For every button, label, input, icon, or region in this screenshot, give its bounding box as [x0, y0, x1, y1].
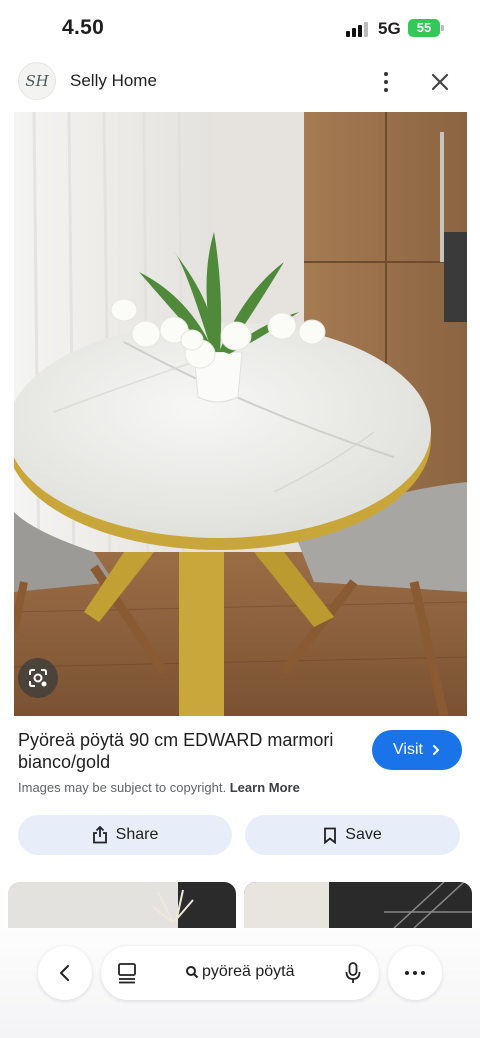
share-icon: [92, 826, 107, 844]
mic-icon[interactable]: [344, 961, 362, 985]
chevron-right-icon: [432, 745, 440, 755]
more-horiz-icon[interactable]: [388, 946, 442, 1000]
more-vert-icon[interactable]: [372, 68, 400, 96]
main-image[interactable]: [14, 112, 467, 716]
search-icon: [186, 966, 199, 979]
copyright-text: Images may be subject to copyright.: [18, 780, 227, 795]
site-logo[interactable]: SH: [18, 62, 56, 100]
save-label: Save: [345, 826, 382, 843]
search-query[interactable]: pyöreä pöytä: [185, 963, 295, 981]
learn-more-link[interactable]: Learn More: [230, 780, 300, 795]
battery-tip: [441, 25, 444, 31]
site-name[interactable]: Selly Home: [70, 71, 157, 91]
visit-label: Visit: [393, 741, 423, 758]
share-label: Share: [115, 826, 159, 843]
status-time: 4.50: [62, 16, 105, 39]
status-bar: 4.50 5G 55: [0, 0, 480, 58]
search-bar[interactable]: pyöreä pöytä: [101, 946, 379, 1000]
bookmark-icon: [324, 827, 337, 844]
related-image[interactable]: [8, 882, 236, 928]
signal-icon: [346, 21, 370, 37]
back-arrow-icon: [60, 965, 69, 981]
related-image[interactable]: [244, 882, 472, 928]
search-query-text: pyöreä pöytä: [202, 963, 295, 980]
share-button[interactable]: Share: [18, 815, 232, 855]
close-icon[interactable]: [424, 66, 456, 98]
tabs-icon[interactable]: [117, 962, 137, 984]
battery-icon: 55: [408, 19, 440, 37]
google-lens-icon[interactable]: [18, 658, 58, 698]
copyright-notice: Images may be subject to copyright. Lear…: [18, 780, 300, 795]
back-button[interactable]: [38, 946, 92, 1000]
visit-button[interactable]: Visit: [372, 730, 462, 770]
header: SH Selly Home: [0, 58, 480, 110]
product-title[interactable]: Pyöreä pöytä 90 cm EDWARD marmori bianco…: [18, 729, 358, 773]
save-button[interactable]: Save: [245, 815, 460, 855]
network-label: 5G: [378, 19, 401, 38]
